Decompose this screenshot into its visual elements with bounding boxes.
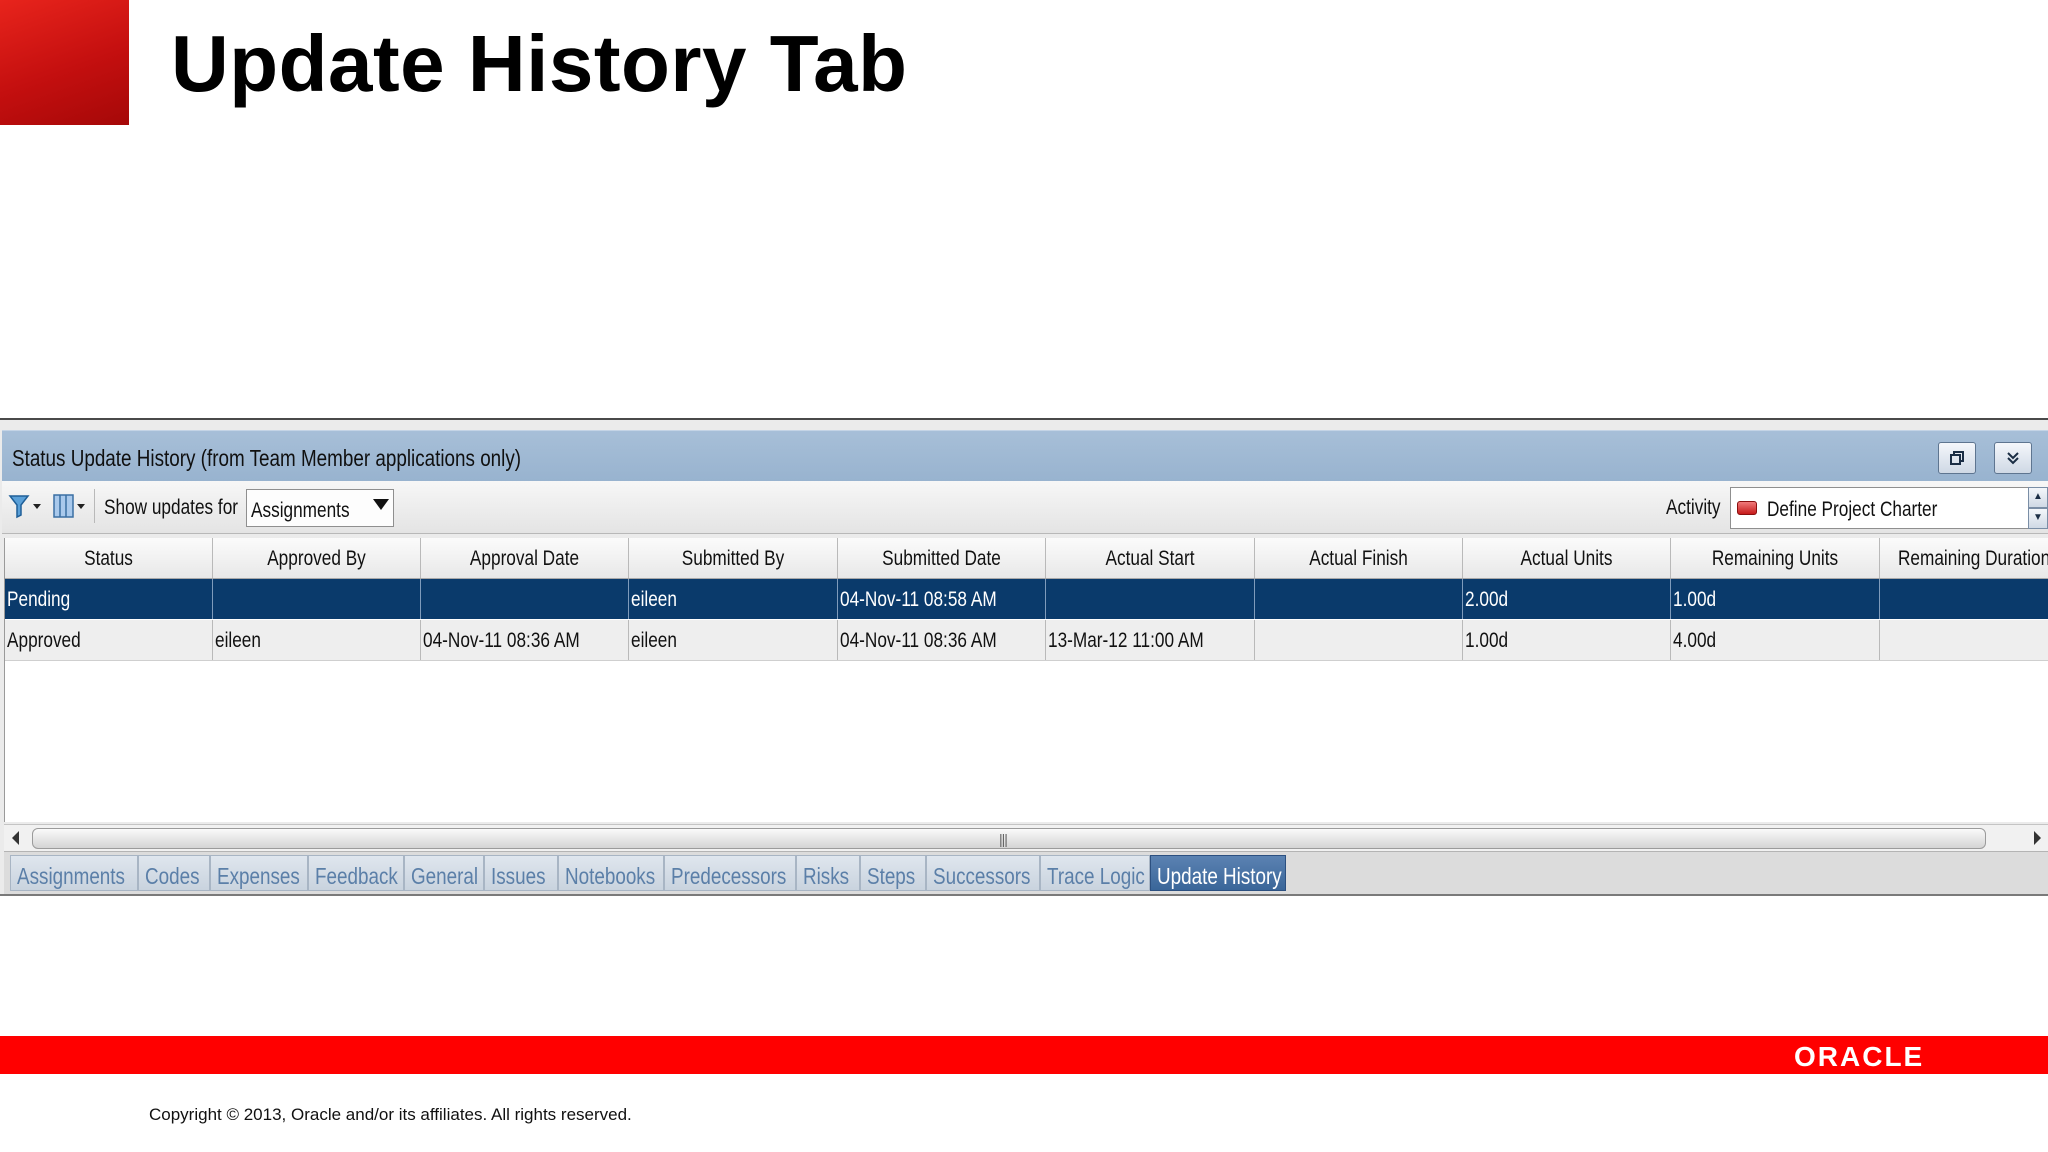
tab-successors[interactable]: Successors (926, 855, 1040, 891)
table-row[interactable]: Approved eileen 04-Nov-11 08:36 AM eilee… (5, 620, 2048, 661)
activity-field[interactable]: Define Project Charter (1730, 487, 2032, 529)
column-header[interactable]: Remaining Units (1671, 538, 1880, 578)
tab-general[interactable]: General (404, 855, 484, 891)
show-updates-select[interactable]: Assignments (246, 489, 394, 527)
table-cell (1880, 620, 2048, 660)
restore-panel-button[interactable] (1938, 442, 1976, 474)
horizontal-scrollbar[interactable]: ||| (4, 824, 2048, 851)
tab-steps[interactable]: Steps (860, 855, 926, 891)
table-cell: 2.00d (1463, 579, 1671, 619)
table-cell: 1.00d (1463, 620, 1671, 660)
tab-issues[interactable]: Issues (484, 855, 558, 891)
show-updates-value: Assignments (251, 499, 350, 522)
activity-bar-icon (1737, 501, 1757, 515)
tab-codes[interactable]: Codes (138, 855, 210, 891)
activity-value: Define Project Charter (1767, 498, 1938, 521)
scroll-left-icon[interactable] (12, 831, 19, 845)
spinner-up-icon[interactable]: ▲ (2028, 487, 2048, 508)
table-row-selected[interactable]: Pending eileen 04-Nov-11 08:58 AM 2.00d … (5, 579, 2048, 619)
table-cell: Pending (5, 579, 213, 619)
collapse-panel-button[interactable] (1994, 442, 2032, 474)
table-cell: eileen (629, 620, 838, 660)
activity-label: Activity (1666, 496, 1721, 519)
slide-title: Update History Tab (171, 19, 908, 108)
column-header[interactable]: Actual Start (1046, 538, 1255, 578)
tab-notebooks[interactable]: Notebooks (558, 855, 664, 891)
grip-icon: ||| (999, 831, 1008, 847)
brand-red-block (0, 0, 129, 125)
table-cell (1046, 579, 1255, 619)
table-cell (1255, 620, 1463, 660)
oracle-logo: ORACLE (1794, 1041, 1925, 1072)
filter-dropdown-button[interactable] (8, 493, 42, 519)
table-cell: eileen (213, 620, 421, 660)
panel-title: Status Update History (from Team Member … (12, 445, 522, 471)
table-cell (1880, 579, 2048, 619)
column-header[interactable]: Actual Units (1463, 538, 1671, 578)
column-header[interactable]: Approved By (213, 538, 421, 578)
column-header[interactable]: Status (5, 538, 213, 578)
columns-dropdown-button[interactable] (50, 493, 90, 519)
column-header[interactable]: Remaining Duration (1880, 538, 2048, 578)
filter-icon (8, 495, 41, 519)
table-cell (213, 579, 421, 619)
table-cell: 13-Mar-12 11:00 AM (1046, 620, 1255, 660)
column-header[interactable]: Approval Date (421, 538, 629, 578)
columns-icon (53, 494, 85, 518)
copyright-text: Copyright © 2013, Oracle and/or its affi… (149, 1105, 632, 1124)
column-header[interactable]: Actual Finish (1255, 538, 1463, 578)
update-history-table: Status Approved By Approval Date Submitt… (4, 538, 2048, 822)
restore-icon (1950, 451, 1964, 465)
table-cell (1255, 579, 1463, 619)
activity-spinner[interactable]: ▲ ▼ (2028, 487, 2048, 529)
spinner-down-icon[interactable]: ▼ (2028, 508, 2048, 529)
dropdown-arrow-icon (373, 499, 389, 510)
table-cell: eileen (629, 579, 838, 619)
tab-update-history[interactable]: Update History (1150, 855, 1286, 891)
table-cell (421, 579, 629, 619)
column-header[interactable]: Submitted Date (838, 538, 1046, 578)
table-cell: 04-Nov-11 08:36 AM (838, 620, 1046, 660)
detail-tabs: Assignments Codes Expenses Feedback Gene… (4, 851, 2048, 894)
table-header-row: Status Approved By Approval Date Submitt… (5, 538, 2048, 579)
tab-risks[interactable]: Risks (796, 855, 860, 891)
tab-assignments[interactable]: Assignments (10, 855, 138, 891)
panel-header: Status Update History (from Team Member … (2, 430, 2048, 482)
status-update-history-panel: Status Update History (from Team Member … (0, 418, 2048, 896)
table-cell: 1.00d (1671, 579, 1880, 619)
table-cell: 4.00d (1671, 620, 1880, 660)
panel-toolbar: Show updates for Assignments Activity De… (2, 481, 2048, 534)
toolbar-separator (94, 489, 95, 523)
table-cell: 04-Nov-11 08:58 AM (838, 579, 1046, 619)
footer-red-bar (0, 1036, 2048, 1074)
column-header[interactable]: Submitted By (629, 538, 838, 578)
tab-predecessors[interactable]: Predecessors (664, 855, 796, 891)
table-cell: 04-Nov-11 08:36 AM (421, 620, 629, 660)
tab-feedback[interactable]: Feedback (308, 855, 404, 891)
tab-expenses[interactable]: Expenses (210, 855, 308, 891)
tab-trace-logic[interactable]: Trace Logic (1040, 855, 1150, 891)
scrollbar-thumb[interactable]: ||| (32, 828, 1986, 849)
double-chevron-down-icon (2007, 452, 2019, 465)
show-updates-label: Show updates for (104, 496, 239, 519)
table-cell: Approved (5, 620, 213, 660)
scroll-right-icon[interactable] (2034, 831, 2041, 845)
